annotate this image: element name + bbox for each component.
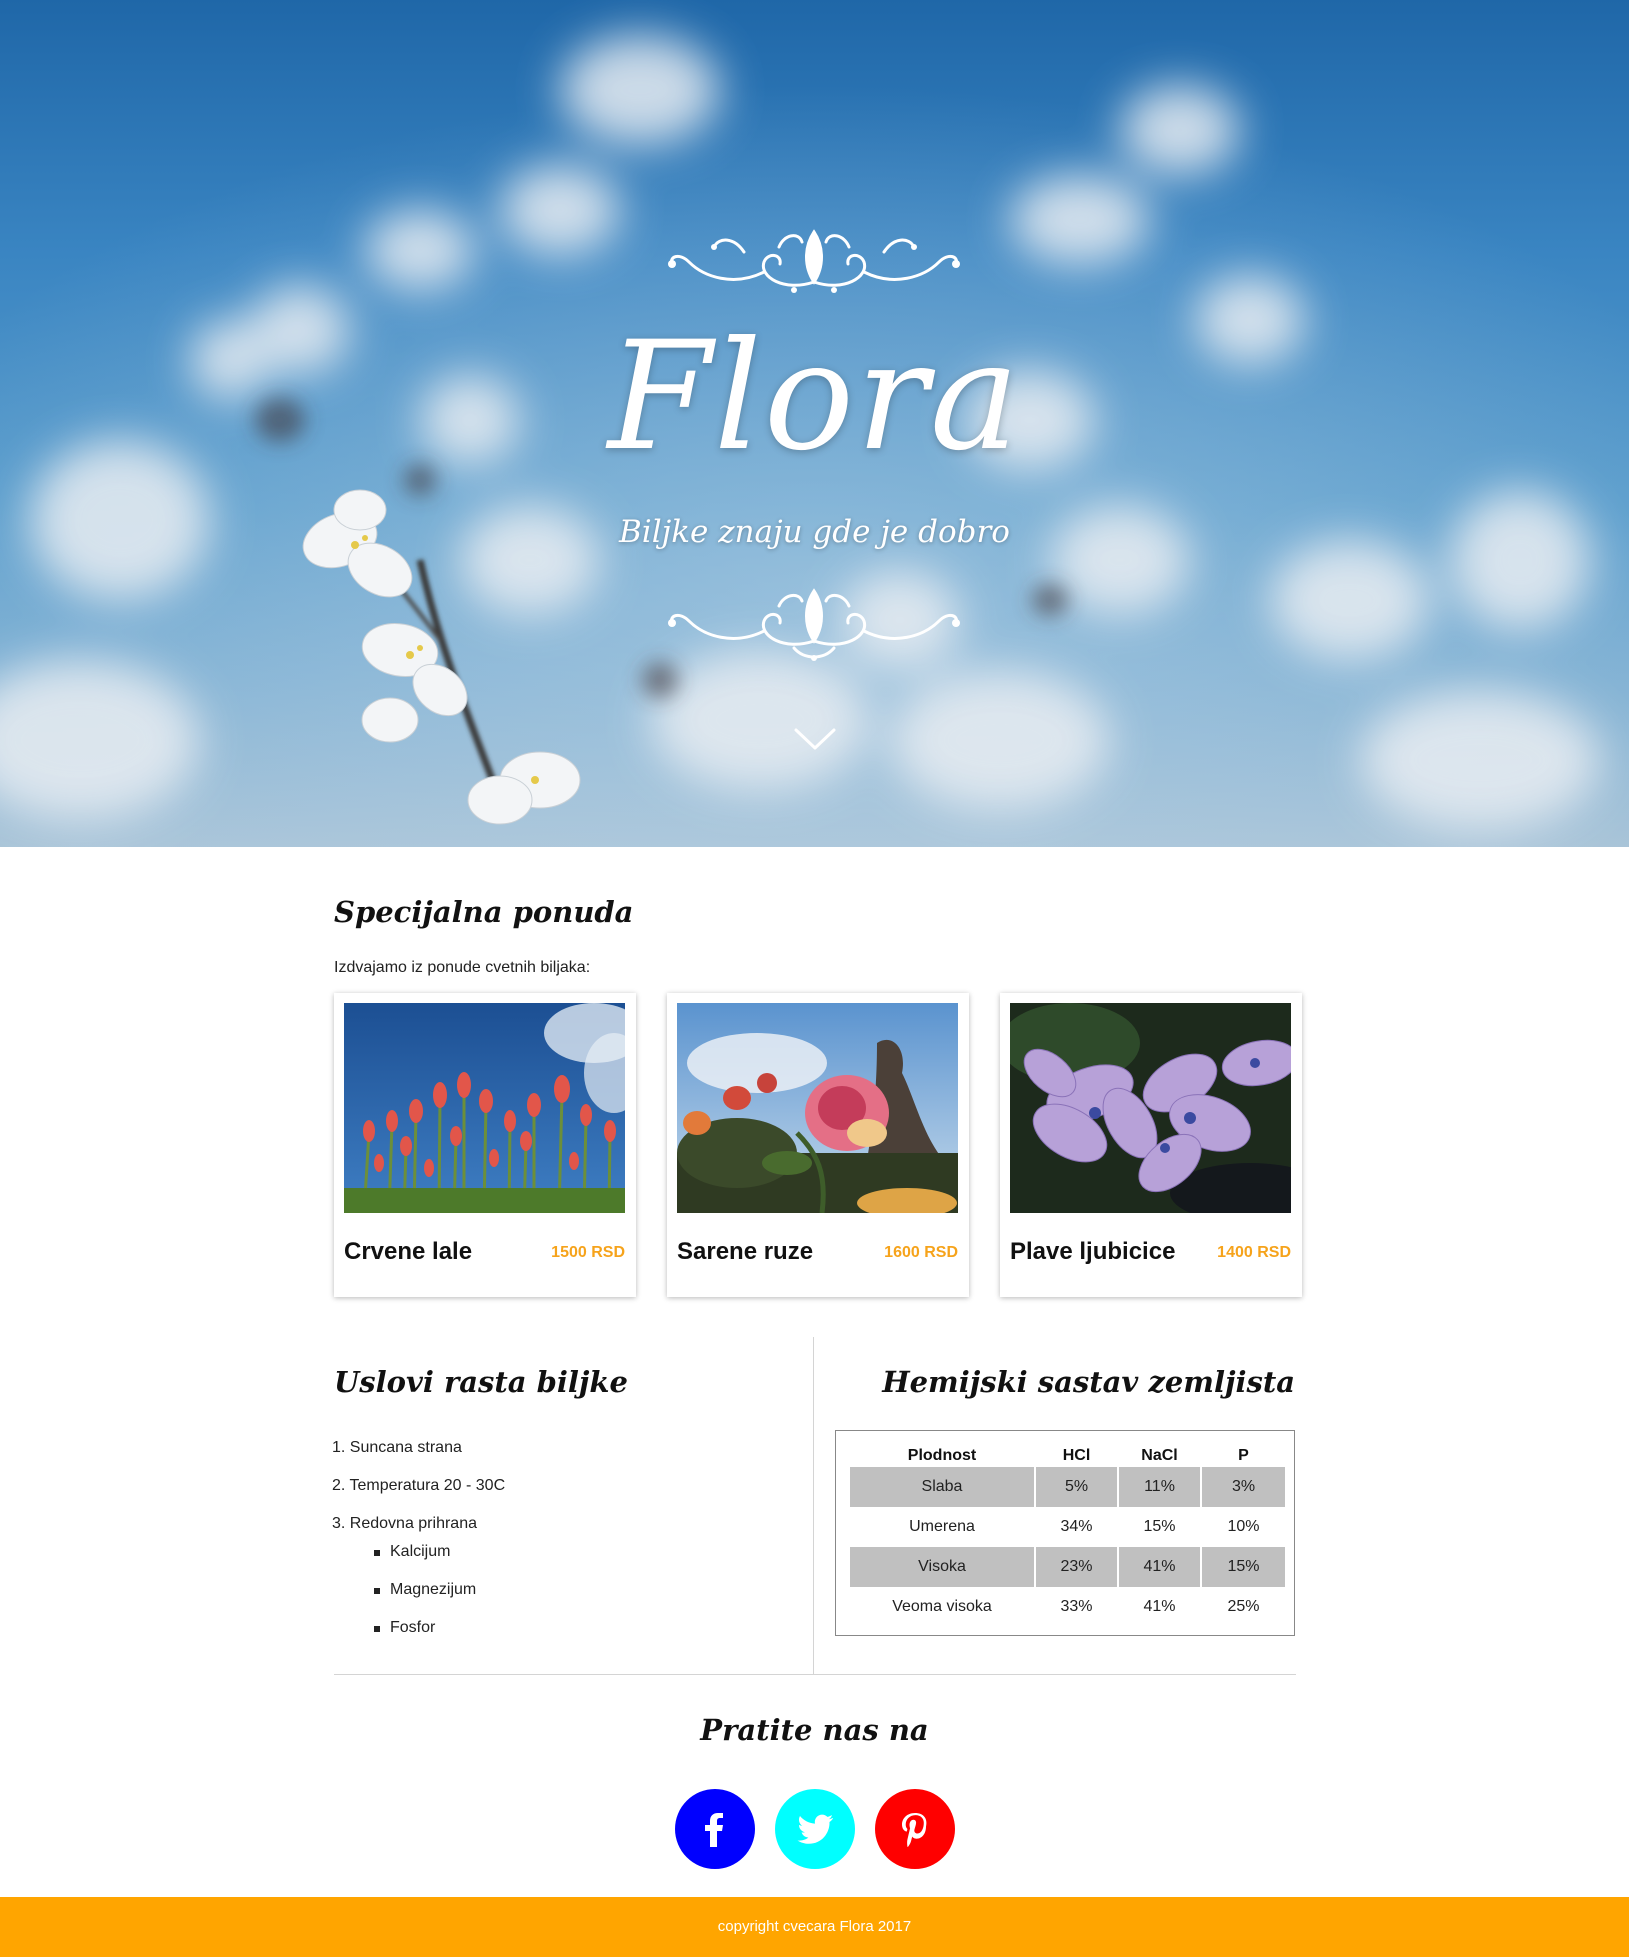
chevron-down-icon[interactable]: [792, 722, 838, 754]
horizontal-divider: [334, 1674, 1296, 1675]
brand-tagline: Biljke znaju gde je dobro: [619, 514, 1010, 550]
copyright-text: copyright cvecara Flora 2017: [717, 1918, 912, 1935]
table-cell: 3%: [1202, 1467, 1285, 1507]
soil-composition-heading: Hemijski sastav zemljista: [882, 1365, 1295, 1399]
product-price: 1500 RSD: [551, 1244, 625, 1261]
soil-composition-table-box: Plodnost HCl NaCl P Slaba 5% 11% 3% Umer…: [835, 1430, 1295, 1636]
special-offer-heading: Specijalna ponuda: [334, 895, 634, 929]
pinterest-button[interactable]: [875, 1789, 955, 1869]
product-name: Crvene lale: [344, 1238, 473, 1265]
table-header: NaCl: [1141, 1447, 1178, 1464]
follow-us-heading: Pratite nas na: [700, 1713, 929, 1747]
ornament-flourish-icon: [668, 229, 960, 293]
colorful-roses-photo: [677, 1003, 958, 1213]
facebook-icon: [705, 1813, 723, 1847]
table-cell: 15%: [1143, 1518, 1176, 1535]
brand-title: Flora: [607, 310, 1022, 484]
blue-violets-photo: [1010, 1003, 1291, 1213]
hero-banner: Flora Biljke znaju gde je dobro: [0, 0, 1629, 847]
table-header: P: [1238, 1447, 1249, 1464]
table-header: HCl: [1062, 1447, 1091, 1464]
red-tulips-photo: [344, 1003, 625, 1213]
table-cell: 15%: [1202, 1547, 1285, 1587]
table-row: Veoma visoka 33% 41% 25%: [850, 1587, 1285, 1627]
table-row: Visoka 23% 41% 15%: [850, 1547, 1285, 1587]
list-sub-item: Fosfor: [390, 1619, 436, 1636]
product-name: Sarene ruze: [677, 1238, 814, 1265]
list-sub-item: Magnezijum: [390, 1581, 477, 1598]
product-cards: Crvene lale 1500 RSD Sarene ruze 1600 RS…: [334, 993, 1302, 1298]
product-card[interactable]: Crvene lale 1500 RSD: [334, 993, 636, 1297]
growth-conditions-heading: Uslovi rasta biljke: [334, 1365, 628, 1399]
table-cell: Slaba: [850, 1467, 1034, 1507]
product-name: Plave ljubicice: [1010, 1238, 1176, 1265]
table-cell: Umerena: [909, 1518, 975, 1535]
table-header: Plodnost: [907, 1447, 977, 1464]
twitter-icon: [797, 1814, 834, 1844]
facebook-button[interactable]: [675, 1789, 755, 1869]
soil-composition-table: Plodnost HCl NaCl P Slaba 5% 11% 3% Umer…: [848, 1441, 1287, 1627]
table-row: Umerena 34% 15% 10%: [850, 1507, 1285, 1547]
table-cell: 41%: [1119, 1547, 1200, 1587]
bullet-icon: [374, 1550, 380, 1556]
table-cell: 33%: [1060, 1598, 1093, 1615]
table-row: Slaba 5% 11% 3%: [850, 1467, 1285, 1507]
twitter-button[interactable]: [775, 1789, 855, 1869]
bullet-icon: [374, 1626, 380, 1632]
product-price: 1400 RSD: [1217, 1244, 1291, 1261]
table-cell: 41%: [1143, 1598, 1176, 1615]
list-sub-item: Kalcijum: [390, 1543, 451, 1560]
product-card[interactable]: Plave ljubicice 1400 RSD: [1000, 993, 1302, 1297]
hero-content: Flora Biljke znaju gde je dobro: [0, 0, 1629, 847]
footer: copyright cvecara Flora 2017: [0, 1897, 1629, 1957]
pinterest-icon: [902, 1813, 927, 1848]
table-cell: 34%: [1060, 1518, 1093, 1535]
product-price: 1600 RSD: [884, 1244, 958, 1261]
table-header-row: Plodnost HCl NaCl P: [850, 1441, 1285, 1467]
product-card[interactable]: Sarene ruze 1600 RSD: [667, 993, 969, 1297]
list-item: 3. Redovna prihrana: [332, 1515, 477, 1532]
table-cell: 23%: [1036, 1547, 1117, 1587]
bullet-icon: [374, 1588, 380, 1594]
vertical-divider: [813, 1337, 814, 1675]
table-cell: 11%: [1119, 1467, 1200, 1507]
table-cell: 5%: [1036, 1467, 1117, 1507]
table-cell: Visoka: [850, 1547, 1034, 1587]
table-cell: Veoma visoka: [892, 1598, 992, 1615]
table-cell: 25%: [1227, 1598, 1260, 1615]
table-cell: 10%: [1227, 1518, 1260, 1535]
special-offer-intro: Izdvajamo iz ponude cvetnih biljaka:: [334, 959, 591, 976]
list-item: 1. Suncana strana: [332, 1439, 462, 1456]
list-item: 2. Temperatura 20 - 30C: [332, 1477, 506, 1494]
ornament-flourish-icon: [668, 588, 960, 661]
